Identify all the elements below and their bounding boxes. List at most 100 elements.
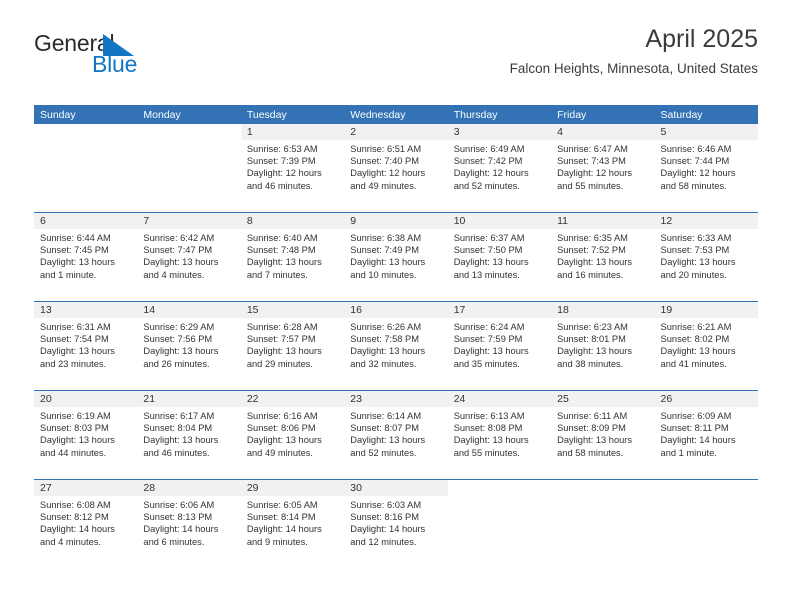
- day-cell-23[interactable]: 23 Sunrise: 6:14 AM Sunset: 8:07 PM Dayligh…: [344, 391, 448, 479]
- day-number: 4: [557, 126, 563, 138]
- sunrise-text: Sunrise: 6:46 AM: [660, 144, 732, 154]
- day-cell-24[interactable]: 24 Sunrise: 6:13 AM Sunset: 8:08 PM Dayligh…: [447, 391, 552, 479]
- sunrise-text: Sunrise: 6:42 AM: [143, 233, 215, 243]
- day-cell-5[interactable]: 5 Sunrise: 6:46 AM Sunset: 7:44 PM Daylight…: [654, 124, 758, 212]
- page-subtitle: Falcon Heights, Minnesota, United States: [509, 61, 758, 76]
- daylight-text-line1: Daylight: 13 hours: [143, 435, 219, 446]
- day-details: Sunrise: 6:44 AM Sunset: 7:45 PM Daylight:…: [34, 229, 137, 281]
- day-number: 30: [350, 482, 362, 494]
- day-number-band: 28: [137, 480, 241, 496]
- day-cell-7[interactable]: 7 Sunrise: 6:42 AM Sunset: 7:47 PM Daylight…: [137, 213, 241, 301]
- day-cell-empty: [34, 124, 138, 212]
- daylight-text-line1: Daylight: 13 hours: [40, 257, 115, 268]
- day-cell-11[interactable]: 11 Sunrise: 6:35 AM Sunset: 7:52 PM Dayligh…: [551, 213, 655, 301]
- daylight-text-line1: Daylight: 13 hours: [660, 257, 736, 268]
- day-cell-3[interactable]: 3 Sunrise: 6:49 AM Sunset: 7:42 PM Daylight…: [447, 124, 552, 212]
- day-cell-30[interactable]: 30 Sunrise: 6:03 AM Sunset: 8:16 PM Dayligh…: [344, 480, 448, 568]
- day-number: 11: [557, 215, 569, 227]
- sunset-text: Sunset: 8:12 PM: [40, 512, 109, 523]
- day-cell-21[interactable]: 21 Sunrise: 6:17 AM Sunset: 8:04 PM Dayligh…: [137, 391, 241, 479]
- day-cell-9[interactable]: 9 Sunrise: 6:38 AM Sunset: 7:49 PM Daylight…: [344, 213, 448, 301]
- day-cell-27[interactable]: 27 Sunrise: 6:08 AM Sunset: 8:12 PM Dayligh…: [34, 480, 138, 568]
- page-header: General Blue April 2025 Falcon Heights, …: [34, 24, 758, 96]
- day-number: 7: [143, 215, 150, 227]
- day-cell-15[interactable]: 15 Sunrise: 6:28 AM Sunset: 7:57 PM Dayligh…: [240, 302, 345, 390]
- day-cell-1[interactable]: 1 Sunrise: 6:53 AM Sunset: 7:39 PM Daylight…: [240, 124, 345, 212]
- calendar-page: General Blue April 2025 Falcon Heights, …: [0, 0, 792, 612]
- sunrise-text: Sunrise: 6:16 AM: [246, 411, 318, 421]
- daylight-text-line2: and 32 minutes.: [350, 358, 417, 369]
- sunrise-text: Sunrise: 6:35 AM: [557, 233, 628, 243]
- sunset-text: Sunset: 7:59 PM: [453, 334, 523, 345]
- day-cell-18[interactable]: 18 Sunrise: 6:23 AM Sunset: 8:01 PM Dayligh…: [551, 302, 655, 390]
- day-cell-6[interactable]: 6 Sunrise: 6:44 AM Sunset: 7:45 PM Daylight…: [34, 213, 138, 301]
- day-number: 27: [40, 482, 52, 494]
- day-cell-25[interactable]: 25 Sunrise: 6:11 AM Sunset: 8:09 PM Dayligh…: [551, 391, 655, 479]
- weekday-header-saturday: Saturday: [660, 108, 703, 121]
- calendar-week-row: 27 Sunrise: 6:08 AM Sunset: 8:12 PM Dayligh…: [34, 480, 758, 568]
- sunrise-text: Sunrise: 6:06 AM: [143, 500, 215, 510]
- day-details: Sunrise: 6:06 AM Sunset: 8:13 PM Daylight:…: [137, 496, 240, 548]
- day-cell-12[interactable]: 12 Sunrise: 6:33 AM Sunset: 7:53 PM Dayligh…: [654, 213, 758, 301]
- day-cell-2[interactable]: 2 Sunrise: 6:51 AM Sunset: 7:40 PM Daylight…: [344, 124, 448, 212]
- sunrise-text: Sunrise: 6:24 AM: [453, 322, 525, 332]
- day-cell-28[interactable]: 28 Sunrise: 6:06 AM Sunset: 8:13 PM Dayligh…: [137, 480, 241, 568]
- day-number: 12: [660, 215, 673, 227]
- day-cell-10[interactable]: 10 Sunrise: 6:37 AM Sunset: 7:50 PM Dayligh…: [447, 213, 552, 301]
- day-details: Sunrise: 6:17 AM Sunset: 8:04 PM Daylight:…: [137, 407, 240, 459]
- day-cell-20[interactable]: 20 Sunrise: 6:19 AM Sunset: 8:03 PM Dayligh…: [34, 391, 138, 479]
- daylight-text-line1: Daylight: 14 hours: [660, 435, 736, 446]
- day-number-band: 2: [344, 124, 448, 140]
- logo-text-blue: Blue: [92, 51, 138, 77]
- week-cells: 20 Sunrise: 6:19 AM Sunset: 8:03 PM Dayligh…: [34, 391, 758, 479]
- day-details: Sunrise: 6:29 AM Sunset: 7:56 PM Daylight:…: [137, 318, 240, 370]
- day-details: Sunrise: 6:16 AM Sunset: 8:06 PM Daylight:…: [241, 407, 344, 459]
- day-number: 24: [453, 393, 466, 405]
- daylight-text-line1: Daylight: 13 hours: [350, 346, 426, 357]
- generalblue-logo[interactable]: General Blue: [34, 32, 274, 88]
- day-cell-29[interactable]: 29 Sunrise: 6:05 AM Sunset: 8:14 PM Dayligh…: [240, 480, 345, 568]
- sunrise-text: Sunrise: 6:14 AM: [350, 411, 422, 421]
- daylight-text-line1: Daylight: 13 hours: [557, 257, 633, 268]
- day-details: Sunrise: 6:13 AM Sunset: 8:08 PM Daylight:…: [448, 407, 551, 459]
- day-details: Sunrise: 6:28 AM Sunset: 7:57 PM Daylight:…: [241, 318, 344, 370]
- daylight-text-line1: Daylight: 12 hours: [557, 168, 633, 179]
- sunset-text: Sunset: 7:47 PM: [143, 245, 213, 256]
- day-cell-22[interactable]: 22 Sunrise: 6:16 AM Sunset: 8:06 PM Dayligh…: [240, 391, 345, 479]
- day-cell-8[interactable]: 8 Sunrise: 6:40 AM Sunset: 7:48 PM Daylight…: [240, 213, 345, 301]
- daylight-text-line1: Daylight: 13 hours: [557, 346, 633, 357]
- day-number-band: 10: [447, 213, 552, 229]
- day-cell-26[interactable]: 26 Sunrise: 6:09 AM Sunset: 8:11 PM Dayligh…: [654, 391, 758, 479]
- daylight-text-line1: Daylight: 13 hours: [246, 435, 322, 446]
- sunrise-text: Sunrise: 6:40 AM: [246, 233, 318, 243]
- day-details: Sunrise: 6:08 AM Sunset: 8:12 PM Daylight:…: [34, 496, 137, 548]
- weekday-header-thursday: Thursday: [453, 108, 498, 121]
- daylight-text-line1: Daylight: 13 hours: [453, 346, 529, 357]
- calendar-week-row: 1 Sunrise: 6:53 AM Sunset: 7:39 PM Daylight…: [34, 124, 758, 213]
- sunrise-text: Sunrise: 6:44 AM: [40, 233, 111, 243]
- day-details: Sunrise: 6:33 AM Sunset: 7:53 PM Daylight:…: [655, 229, 758, 281]
- sunrise-text: Sunrise: 6:38 AM: [350, 233, 422, 243]
- sunset-text: Sunset: 8:02 PM: [660, 334, 730, 345]
- day-number: 21: [143, 393, 156, 405]
- weekday-header-monday: Monday: [143, 108, 181, 121]
- sunrise-text: Sunrise: 6:21 AM: [660, 322, 732, 332]
- sunrise-text: Sunrise: 6:49 AM: [453, 144, 525, 154]
- day-cell-17[interactable]: 17 Sunrise: 6:24 AM Sunset: 7:59 PM Dayligh…: [447, 302, 552, 390]
- day-cell-4[interactable]: 4 Sunrise: 6:47 AM Sunset: 7:43 PM Daylight…: [551, 124, 655, 212]
- daylight-text-line2: and 52 minutes.: [453, 180, 520, 191]
- day-number: 23: [350, 393, 362, 405]
- weekday-header-wednesday: Wednesday: [350, 108, 406, 121]
- day-number-band: 11: [551, 213, 655, 229]
- day-cell-14[interactable]: 14 Sunrise: 6:29 AM Sunset: 7:56 PM Dayligh…: [137, 302, 241, 390]
- day-number: 28: [143, 482, 156, 494]
- day-cell-16[interactable]: 16 Sunrise: 6:26 AM Sunset: 7:58 PM Dayligh…: [344, 302, 448, 390]
- day-number: 10: [453, 215, 466, 227]
- day-number-band: 18: [551, 302, 655, 318]
- day-cell-19[interactable]: 19 Sunrise: 6:21 AM Sunset: 8:02 PM Dayligh…: [654, 302, 758, 390]
- daylight-text-line2: and 52 minutes.: [350, 447, 417, 458]
- day-cell-13[interactable]: 13 Sunrise: 6:31 AM Sunset: 7:54 PM Dayligh…: [34, 302, 138, 390]
- calendar-week-row: 20 Sunrise: 6:19 AM Sunset: 8:03 PM Dayligh…: [34, 391, 758, 480]
- daylight-text-line2: and 12 minutes.: [350, 536, 417, 547]
- title-block: April 2025 Falcon Heights, Minnesota, Un…: [510, 24, 758, 77]
